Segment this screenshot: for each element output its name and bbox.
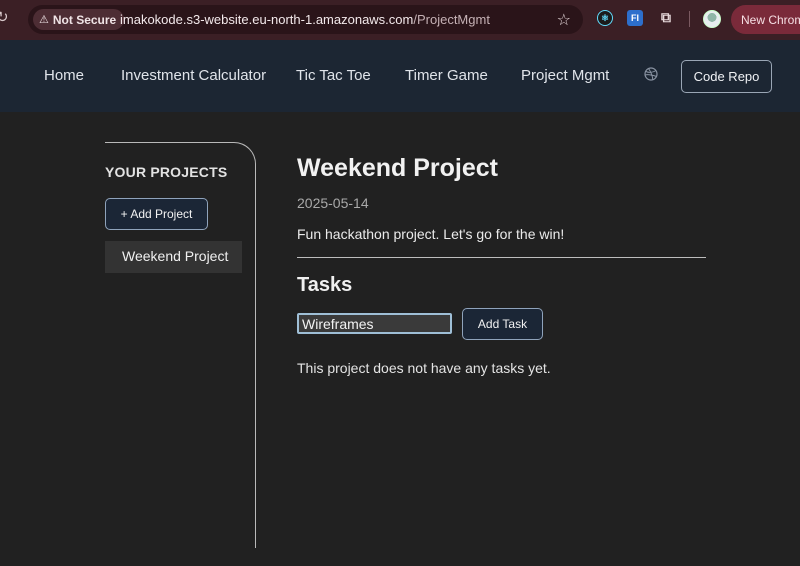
- nav-link-timer-game[interactable]: Timer Game: [405, 67, 488, 84]
- profile-avatar[interactable]: [703, 10, 721, 28]
- new-chrome-button[interactable]: New Chrom: [731, 5, 800, 34]
- projects-sidebar: YOUR PROJECTS + Add Project Weekend Proj…: [105, 142, 256, 548]
- extension-fi-icon[interactable]: FI: [627, 10, 643, 26]
- project-date: 2025-05-14: [297, 195, 369, 211]
- top-nav: Home Investment Calculator Tic Tac Toe T…: [0, 40, 800, 112]
- nav-link-project-mgmt[interactable]: Project Mgmt: [521, 67, 609, 84]
- bookmark-star-icon[interactable]: ☆: [557, 10, 571, 29]
- dribbble-icon[interactable]: [644, 67, 658, 81]
- security-label: Not Secure: [52, 12, 117, 27]
- new-task-input[interactable]: [297, 313, 452, 334]
- project-description: Fun hackathon project. Let's go for the …: [297, 226, 565, 242]
- sidebar-heading: YOUR PROJECTS: [105, 164, 228, 180]
- tasks-heading: Tasks: [297, 274, 353, 296]
- browser-toolbar: ↻ ⚠ Not Secure imakokode.s3-website.eu-n…: [0, 0, 800, 40]
- security-indicator[interactable]: ⚠ Not Secure: [33, 9, 125, 30]
- project-title: Weekend Project: [297, 154, 499, 182]
- url-text[interactable]: imakokode.s3-website.eu-north-1.amazonaw…: [120, 12, 490, 27]
- warning-icon: ⚠: [39, 13, 49, 26]
- sidebar-item-weekend-project[interactable]: Weekend Project: [105, 241, 242, 273]
- nav-link-tic-tac-toe[interactable]: Tic Tac Toe: [296, 67, 371, 84]
- react-devtools-icon[interactable]: ⚛: [597, 10, 613, 26]
- toolbar-divider: [689, 11, 690, 27]
- reload-icon[interactable]: ↻: [0, 8, 16, 30]
- nav-link-home[interactable]: Home: [44, 67, 84, 84]
- extensions-puzzle-icon[interactable]: ⧉: [658, 10, 674, 26]
- add-task-button[interactable]: Add Task: [462, 308, 543, 340]
- code-repo-button[interactable]: Code Repo: [681, 60, 772, 93]
- section-divider: [297, 257, 706, 258]
- nav-link-investment-calculator[interactable]: Investment Calculator: [121, 67, 266, 84]
- empty-tasks-message: This project does not have any tasks yet…: [297, 360, 551, 376]
- url-host: imakokode.s3-website.eu-north-1.amazonaw…: [120, 12, 414, 27]
- address-bar[interactable]: ⚠ Not Secure imakokode.s3-website.eu-nor…: [28, 5, 583, 34]
- url-path: /ProjectMgmt: [413, 12, 490, 27]
- add-project-button[interactable]: + Add Project: [105, 198, 208, 230]
